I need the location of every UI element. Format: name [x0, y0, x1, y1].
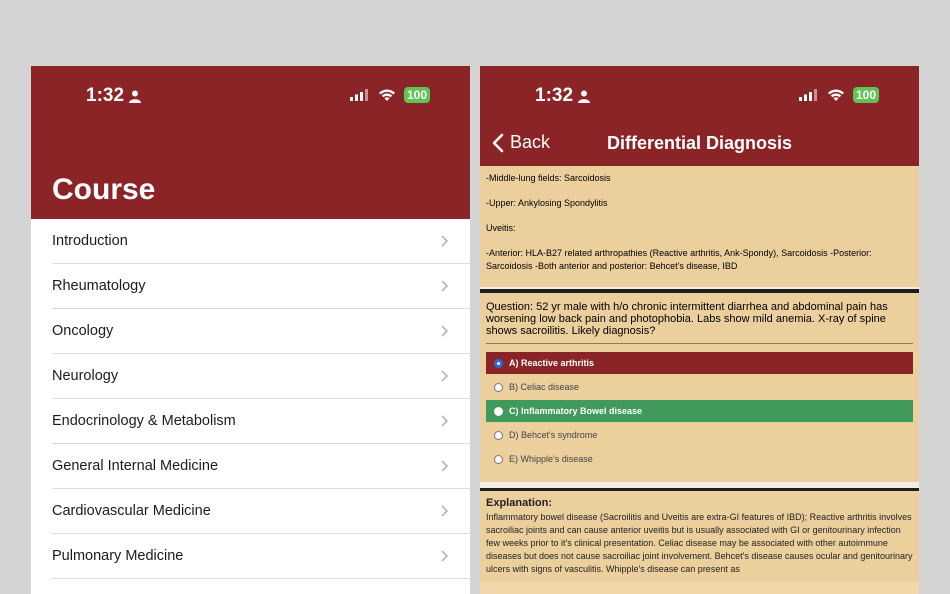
explanation-title: Explanation: [486, 497, 553, 509]
explanation-card: Explanation: Inflammatory bowel disease … [480, 491, 919, 582]
list-item-cardiovascular-medicine[interactable]: Cardiovascular Medicine [52, 489, 470, 534]
status-time: 1:32 [535, 85, 591, 107]
radio-icon [494, 454, 503, 464]
list-item-label: Oncology [52, 323, 114, 339]
option-label: A) Reactive arthritis [509, 358, 595, 368]
list-item-general-internal-medicine[interactable]: General Internal Medicine [52, 444, 470, 489]
cellular-signal-icon [798, 89, 817, 101]
list-item-label: Cardiovascular Medicine [52, 503, 211, 519]
explanation-text: Inflammatory bowel disease (Sacroilitis … [486, 512, 913, 574]
battery-indicator: 100 [403, 87, 430, 103]
back-label: Back [510, 132, 551, 152]
note-line: -Upper: Ankylosing Spondylitis [486, 198, 608, 208]
note-line: -Middle-lung fields: Sarcoidosis [486, 173, 611, 183]
option-d[interactable]: D) Behcet's syndrome [486, 424, 913, 446]
option-a[interactable]: A) Reactive arthritis [486, 352, 913, 374]
wifi-icon [378, 89, 395, 101]
option-b[interactable]: B) Celiac disease [486, 376, 913, 398]
course-header: 1:32 100 Course [31, 66, 470, 219]
radio-selected-icon [494, 358, 503, 368]
chevron-right-icon [441, 370, 448, 382]
note-line: Uveitis: [486, 223, 516, 233]
list-item-neurology[interactable]: Neurology [52, 354, 470, 399]
option-e[interactable]: E) Whipple's disease [486, 448, 913, 470]
question-card: Question: 52 yr male with h/o chronic in… [480, 293, 919, 482]
person-icon [578, 90, 591, 103]
list-item-endocrinology[interactable]: Endocrinology & Metabolism [52, 399, 470, 444]
radio-icon [494, 382, 503, 392]
back-button[interactable]: Back [492, 132, 550, 153]
list-item-label: Introduction [52, 233, 128, 249]
list-item-label: General Internal Medicine [52, 458, 219, 474]
status-time-text: 1:32 [86, 85, 125, 106]
chevron-right-icon [441, 415, 448, 427]
chevron-left-icon [492, 133, 504, 152]
differential-diagnosis-screen: 1:32 100 Differential Diagnosis Back -Mi… [480, 66, 919, 594]
dd-header: 1:32 100 Differential Diagnosis Back [480, 66, 919, 166]
person-icon [129, 90, 142, 103]
wifi-icon [827, 89, 844, 101]
option-label: C) Inflammatory Bowel disease [509, 406, 643, 416]
page-title: Course [52, 173, 156, 206]
cellular-signal-icon [349, 89, 368, 101]
chevron-right-icon [441, 325, 448, 337]
status-icons: 100 [349, 87, 430, 103]
course-screen: 1:32 100 Course Introduction Rheumatolog… [31, 66, 470, 594]
note-line: -Anterior: HLA-B27 related arthropathies… [486, 248, 872, 271]
list-item-label: Pulmonary Medicine [52, 548, 184, 564]
list-item-introduction[interactable]: Introduction [52, 219, 470, 264]
chevron-right-icon [441, 460, 448, 472]
radio-icon [494, 406, 503, 416]
chevron-right-icon [441, 505, 448, 517]
list-item-label: Rheumatology [52, 278, 146, 294]
status-time-text: 1:32 [535, 85, 574, 106]
status-icons: 100 [798, 87, 879, 103]
battery-indicator: 100 [852, 87, 879, 103]
chevron-right-icon [441, 550, 448, 562]
course-list: Introduction Rheumatology Oncology Neuro… [31, 219, 470, 579]
chevron-right-icon [441, 280, 448, 292]
option-label: D) Behcet's syndrome [509, 430, 598, 440]
question-text: Question: 52 yr male with h/o chronic in… [486, 295, 913, 344]
list-item-label: Neurology [52, 368, 119, 384]
list-item-pulmonary-medicine[interactable]: Pulmonary Medicine [52, 534, 470, 579]
option-c[interactable]: C) Inflammatory Bowel disease [486, 400, 913, 422]
status-time: 1:32 [86, 85, 142, 107]
list-item-oncology[interactable]: Oncology [52, 309, 470, 354]
list-item-label: Endocrinology & Metabolism [52, 413, 236, 429]
option-label: B) Celiac disease [509, 382, 580, 392]
notes-card: -Middle-lung fields: Sarcoidosis -Upper:… [480, 166, 919, 287]
chevron-right-icon [441, 235, 448, 247]
radio-icon [494, 430, 503, 440]
option-label: E) Whipple's disease [509, 454, 593, 464]
list-item-rheumatology[interactable]: Rheumatology [52, 264, 470, 309]
